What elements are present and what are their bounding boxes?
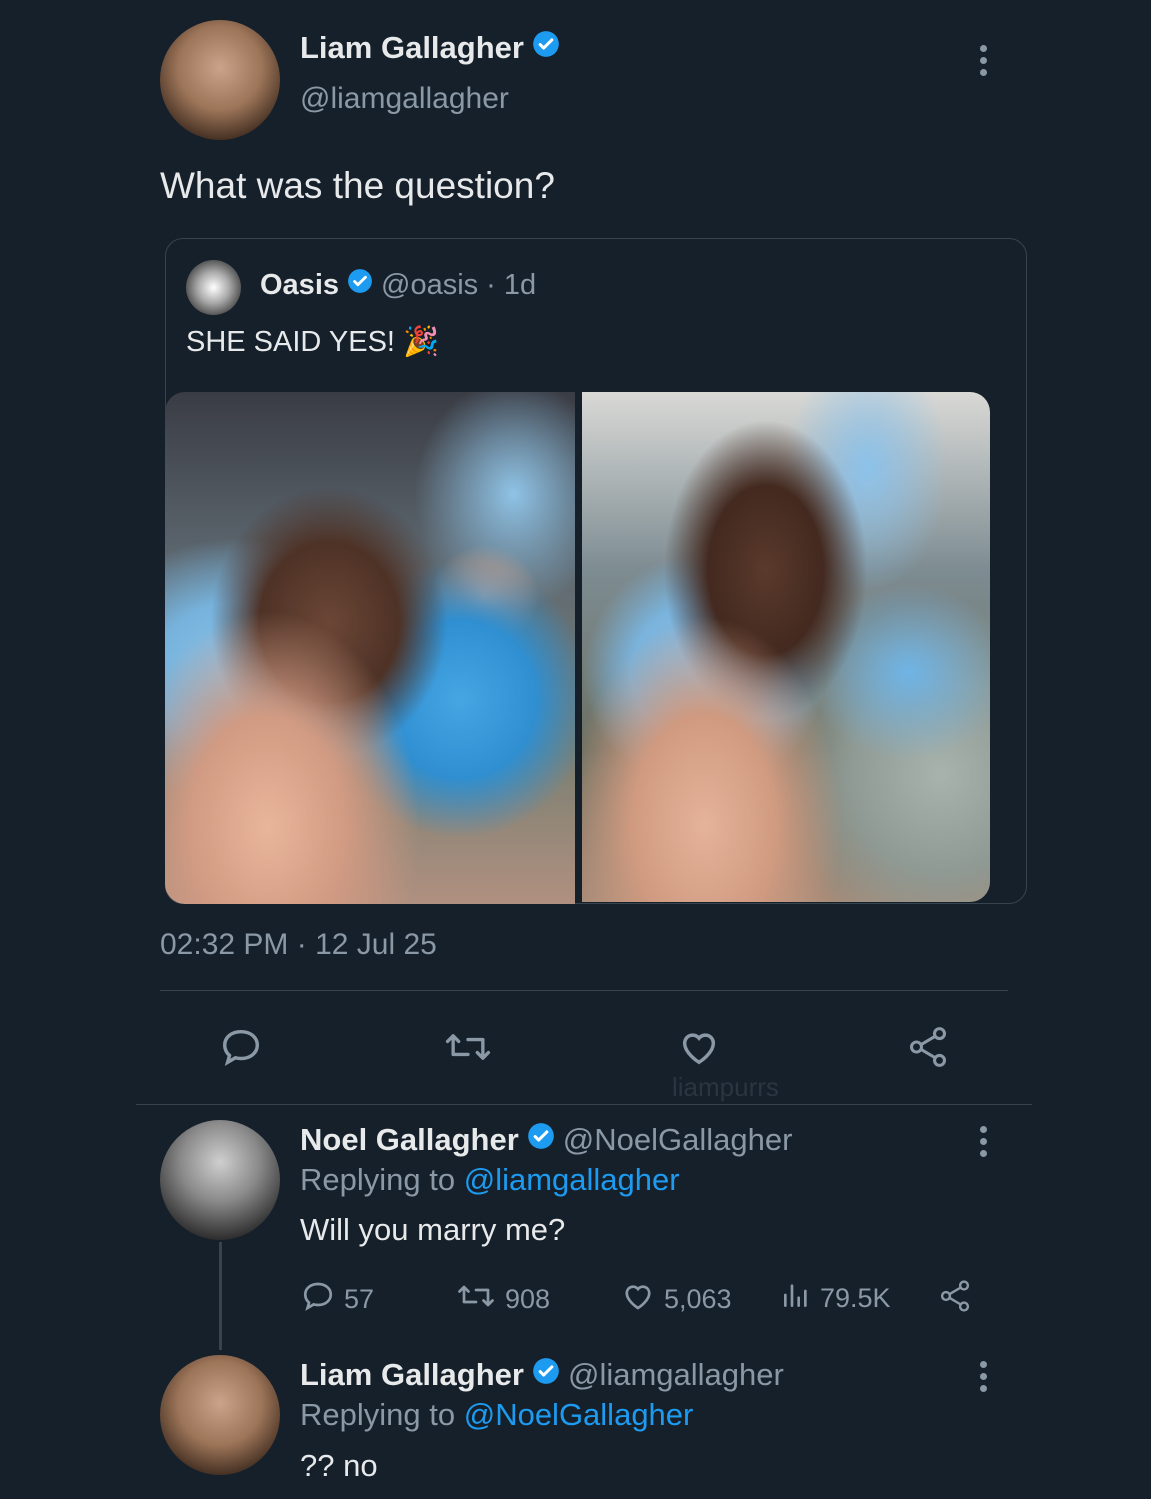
divider [160,990,1008,991]
reply-text: ?? no [300,1448,378,1483]
watermark: liampurrs [672,1072,779,1102]
reply-icon [300,1278,336,1321]
like-count: 5,063 [664,1284,732,1314]
more-icon[interactable] [979,1126,987,1157]
media-image-left[interactable] [165,392,575,904]
avatar[interactable] [160,20,280,140]
more-icon[interactable] [979,45,987,76]
avatar[interactable] [160,1120,280,1240]
verified-badge-icon [527,1122,555,1158]
author-handle[interactable]: @liamgallagher [300,82,509,116]
quoted-tweet-text: SHE SAID YES! 🎉 [186,326,440,358]
author-name[interactable]: Noel Gallagher [300,1122,519,1158]
avatar[interactable] [186,260,241,315]
avatar[interactable] [160,1355,280,1475]
reply-button[interactable]: 57 [300,1278,374,1321]
like-icon[interactable] [676,1024,722,1075]
share-icon[interactable] [936,1278,974,1319]
reply-text: Will you marry me? [300,1212,566,1247]
reply-icon[interactable] [218,1024,264,1075]
retweet-button[interactable]: 908 [455,1278,550,1321]
retweet-icon[interactable] [442,1024,494,1075]
views-icon [780,1278,812,1319]
tweet-text: What was the question? [160,165,555,206]
tweet-timestamp[interactable]: 02:32 PM · 12 Jul 25 [160,928,437,962]
retweet-icon [455,1278,497,1321]
media-image-right[interactable] [582,392,990,902]
author-handle[interactable]: @NoelGallagher [563,1122,793,1158]
quoted-author-name[interactable]: Oasis [260,269,339,302]
quoted-time: · 1d [486,268,537,301]
like-button[interactable]: 5,063 [620,1278,732,1321]
views-button[interactable]: 79.5K [780,1278,891,1319]
verified-badge-icon [532,30,560,66]
replying-to-label: Replying to [300,1397,456,1432]
quoted-author-handle[interactable]: @oasis [381,269,478,302]
views-count: 79.5K [820,1283,891,1313]
thread-line [219,1242,222,1350]
reply-count: 57 [344,1284,375,1314]
replying-to-handle[interactable]: @liamgallagher [464,1162,680,1197]
share-icon[interactable] [904,1024,952,1075]
replying-to-handle[interactable]: @NoelGallagher [464,1397,694,1432]
author-name[interactable]: Liam Gallagher [300,1357,524,1393]
author-name[interactable]: Liam Gallagher [300,30,524,66]
more-icon[interactable] [979,1361,987,1392]
verified-badge-icon [532,1357,560,1393]
like-icon [620,1278,656,1321]
verified-badge-icon [347,268,373,302]
replying-to-label: Replying to [300,1162,456,1197]
divider [136,1104,1032,1105]
author-handle[interactable]: @liamgallagher [568,1357,784,1393]
retweet-count: 908 [505,1284,551,1314]
